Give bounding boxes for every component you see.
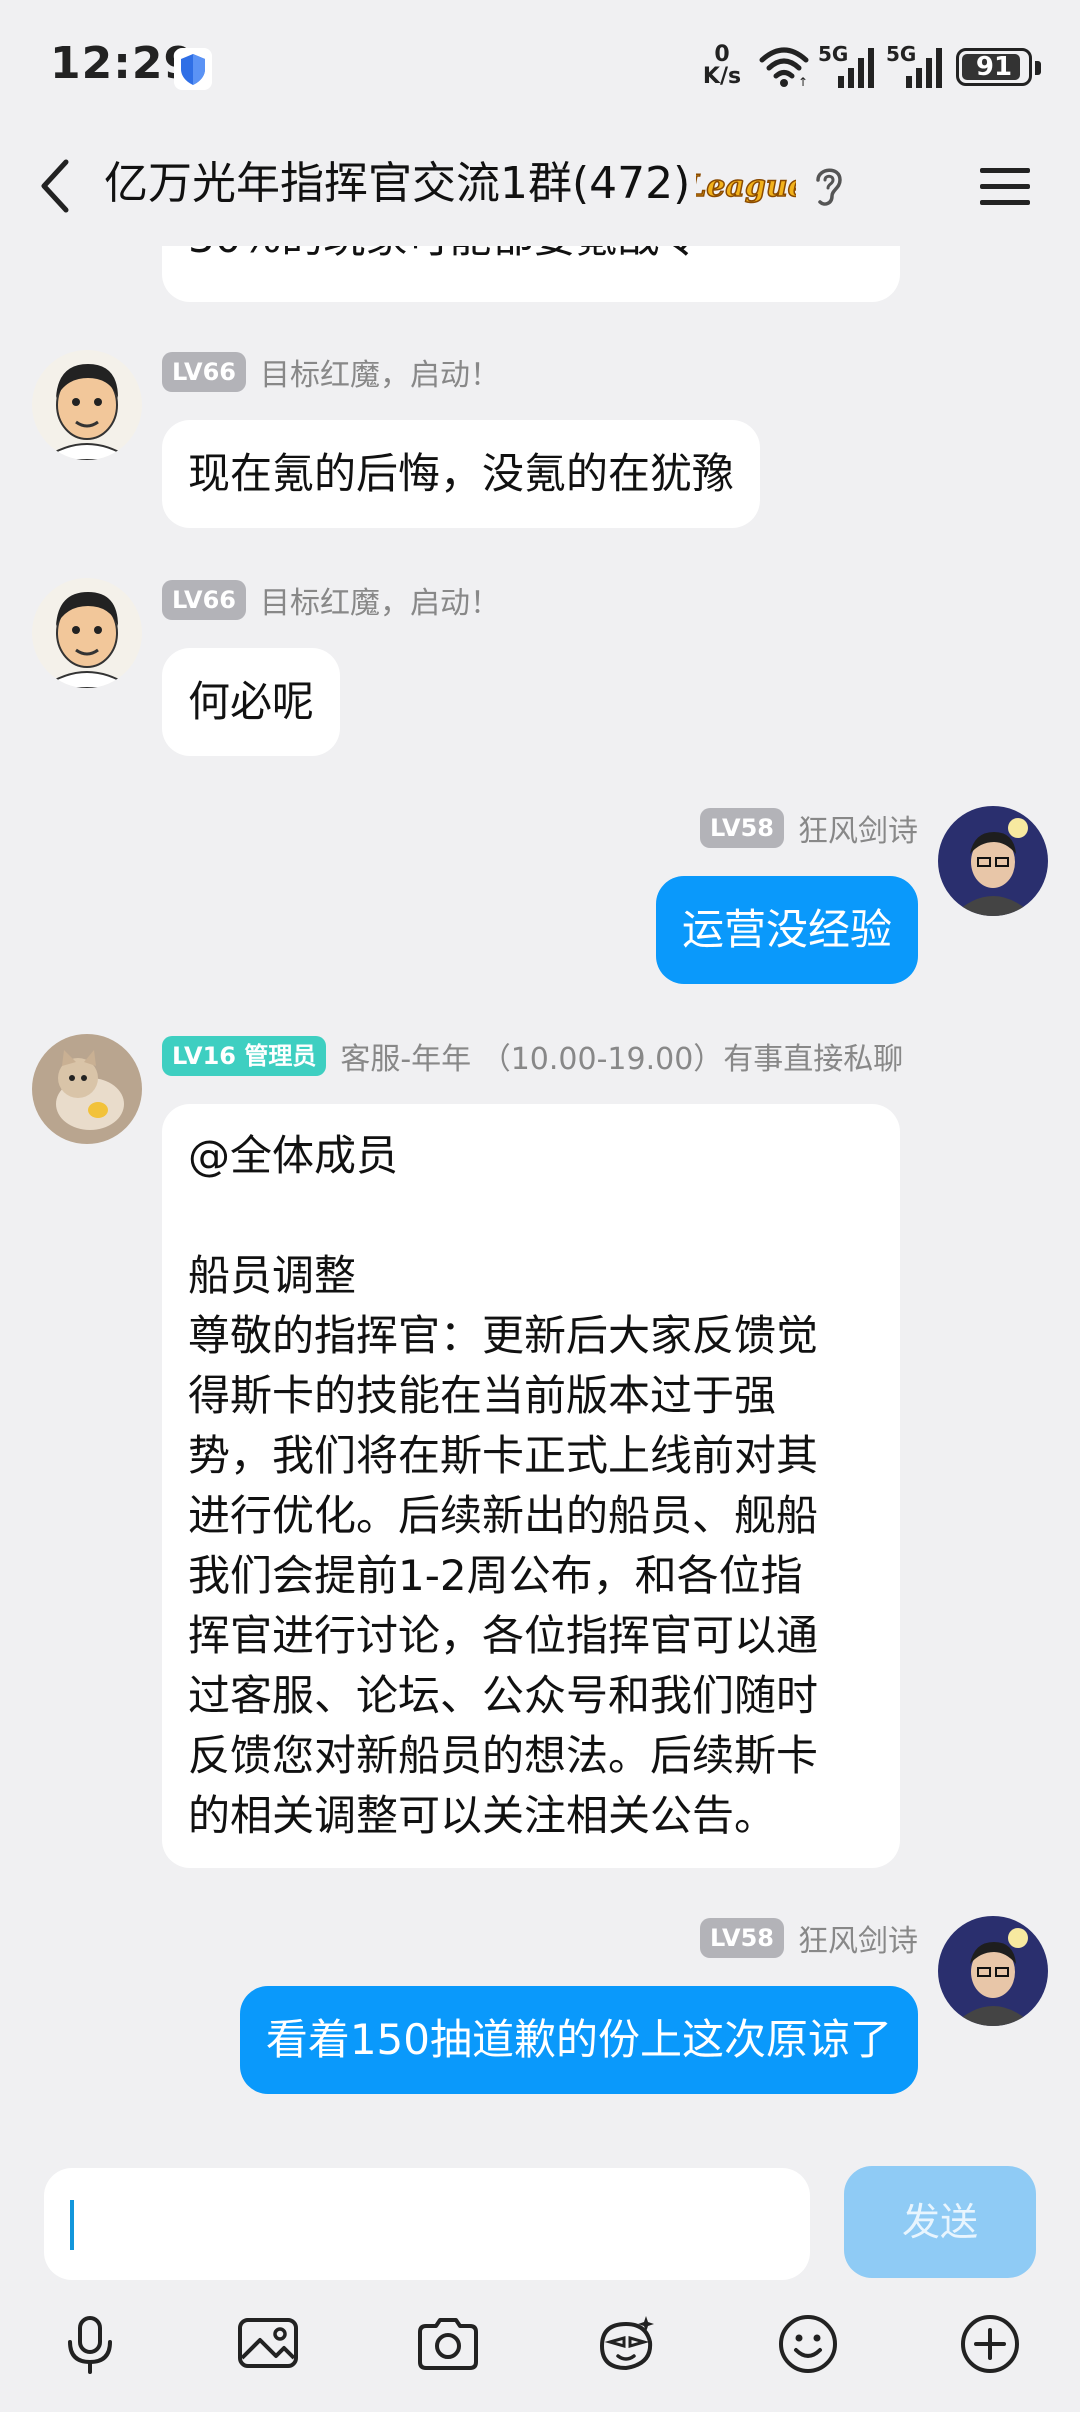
input-area: 发送 (0, 2150, 1080, 2412)
net-speed-unit: K/s (702, 64, 742, 89)
group-title[interactable]: 亿万光年指挥官交流1群(472) (104, 152, 690, 216)
message-meta: LV58 狂风剑诗 (700, 806, 918, 850)
announcement-line: 挥官进行讨论，各位指挥官可以通 (188, 1611, 819, 1660)
avatar[interactable] (32, 350, 142, 460)
avatar-cartoon-man (32, 350, 142, 460)
ear-icon[interactable] (810, 162, 846, 210)
avatar-portrait (938, 806, 1048, 916)
avatar[interactable] (32, 578, 142, 688)
announcement-line: 尊敬的指挥官：更新后大家反馈觉 (188, 1311, 819, 1360)
message-bubble[interactable]: 何必呢 (162, 648, 341, 756)
level-badge: LV58 (700, 1918, 784, 1958)
announcement-line: 进行优化。后续新出的船员、舰船 (188, 1491, 819, 1540)
chat-header: 亿万光年指挥官交流1群(472) League (0, 130, 1080, 246)
league-badge[interactable]: League (696, 156, 796, 212)
message-bubble-self[interactable]: 看着150抽道歉的份上这次原谅了 (239, 1986, 918, 2094)
announcement-line: 的相关调整可以关注相关公告。 (188, 1791, 777, 1840)
microphone-icon[interactable] (58, 2312, 122, 2376)
message-bubble[interactable]: 现在氪的后悔，没氪的在犹豫 (162, 420, 761, 528)
sender-nickname[interactable]: 目标红魔，启动！ (260, 350, 500, 394)
message-text: 运营没经验 (681, 905, 892, 954)
message-meta: LV66 目标红魔，启动！ (162, 578, 500, 622)
avatar-cat (32, 1034, 142, 1144)
message-bubble-partial[interactable]: 30%的玩家可能都要氪战令 (162, 246, 900, 302)
image-icon[interactable] (236, 2312, 300, 2376)
sticker-icon[interactable] (594, 2312, 658, 2376)
battery-level: 91 (975, 52, 1013, 82)
sender-nickname[interactable]: 目标红魔，启动！ (260, 578, 500, 622)
avatar-cartoon-man (32, 578, 142, 688)
admin-level-badge: LV16 管理员 (162, 1036, 327, 1076)
announcement-line: @全体成员 (188, 1131, 399, 1180)
message-meta: LV16 管理员 客服-年年 （10.00-19.00）有事直接私聊 (162, 1034, 903, 1078)
announcement-line: 船员调整 (188, 1251, 357, 1300)
announcement-line: 得斯卡的技能在当前版本过于强 (188, 1371, 777, 1420)
emoji-icon[interactable] (776, 2312, 840, 2376)
message-list[interactable]: 30%的玩家可能都要氪战令 LV66 目标红魔，启动！ 现在氪的后悔，没氪的在犹… (0, 246, 1080, 2150)
status-bar: 12:29 0 K/s ↑↓ 5G 5G (0, 0, 1080, 130)
message-text: 看着150抽道歉的份上这次原谅了 (265, 2015, 892, 2064)
announcement-line (188, 1186, 874, 1246)
text-caret (70, 2200, 74, 2250)
wifi-icon: ↑↓ (759, 47, 810, 88)
send-button[interactable]: 发送 (844, 2166, 1036, 2278)
announcement-line: 势，我们将在斯卡正式上线前对其 (188, 1431, 819, 1480)
shield-icon (174, 48, 212, 90)
sender-nickname[interactable]: 客服-年年 （10.00-19.00）有事直接私聊 (340, 1034, 903, 1078)
message-text: 现在氪的后悔，没氪的在犹豫 (188, 449, 735, 498)
message-meta: LV66 目标红魔，启动！ (162, 350, 500, 394)
announcement-line: 过客服、论坛、公众号和我们随时 (188, 1671, 819, 1720)
message-meta: LV58 狂风剑诗 (700, 1916, 918, 1960)
battery-indicator: 91 (956, 48, 1041, 86)
avatar-portrait (938, 1916, 1048, 2026)
message-text: 何必呢 (188, 677, 315, 726)
league-badge-text: League (696, 169, 796, 204)
svg-text:↑↓: ↑↓ (798, 75, 810, 88)
avatar-self[interactable] (938, 806, 1048, 916)
level-badge: LV66 (162, 352, 246, 392)
announcement-bubble[interactable]: @全体成员 船员调整 尊敬的指挥官：更新后大家反馈觉 得斯卡的技能在当前版本过于… (162, 1104, 900, 1868)
menu-icon[interactable] (978, 160, 1032, 212)
signal-sim2: 5G (886, 42, 948, 90)
signal-bars-icon (838, 48, 874, 88)
sender-nickname[interactable]: 狂风剑诗 (798, 806, 918, 850)
announcement-line: 反馈您对新船员的想法。后续斯卡 (188, 1731, 819, 1780)
back-icon[interactable] (34, 154, 78, 218)
signal-sim1: 5G (818, 42, 880, 90)
chat-screen: 12:29 0 K/s ↑↓ 5G 5G (0, 0, 1080, 2412)
announcement-line: 我们会提前1-2周公布，和各位指 (188, 1551, 803, 1600)
battery-cap (1035, 61, 1041, 75)
sender-nickname[interactable]: 狂风剑诗 (798, 1916, 918, 1960)
message-input[interactable] (44, 2168, 810, 2280)
level-badge: LV66 (162, 580, 246, 620)
avatar[interactable] (32, 1034, 142, 1144)
level-badge: LV58 (700, 808, 784, 848)
net-speed-value: 0 (714, 42, 730, 67)
signal-bars-icon (906, 48, 942, 88)
net-speed: 0 K/s (700, 44, 744, 88)
camera-icon[interactable] (416, 2312, 480, 2376)
plus-icon[interactable] (958, 2312, 1022, 2376)
message-bubble-self[interactable]: 运营没经验 (655, 876, 918, 984)
avatar-self[interactable] (938, 1916, 1048, 2026)
message-text: 30%的玩家可能都要氪战令 (188, 246, 701, 268)
